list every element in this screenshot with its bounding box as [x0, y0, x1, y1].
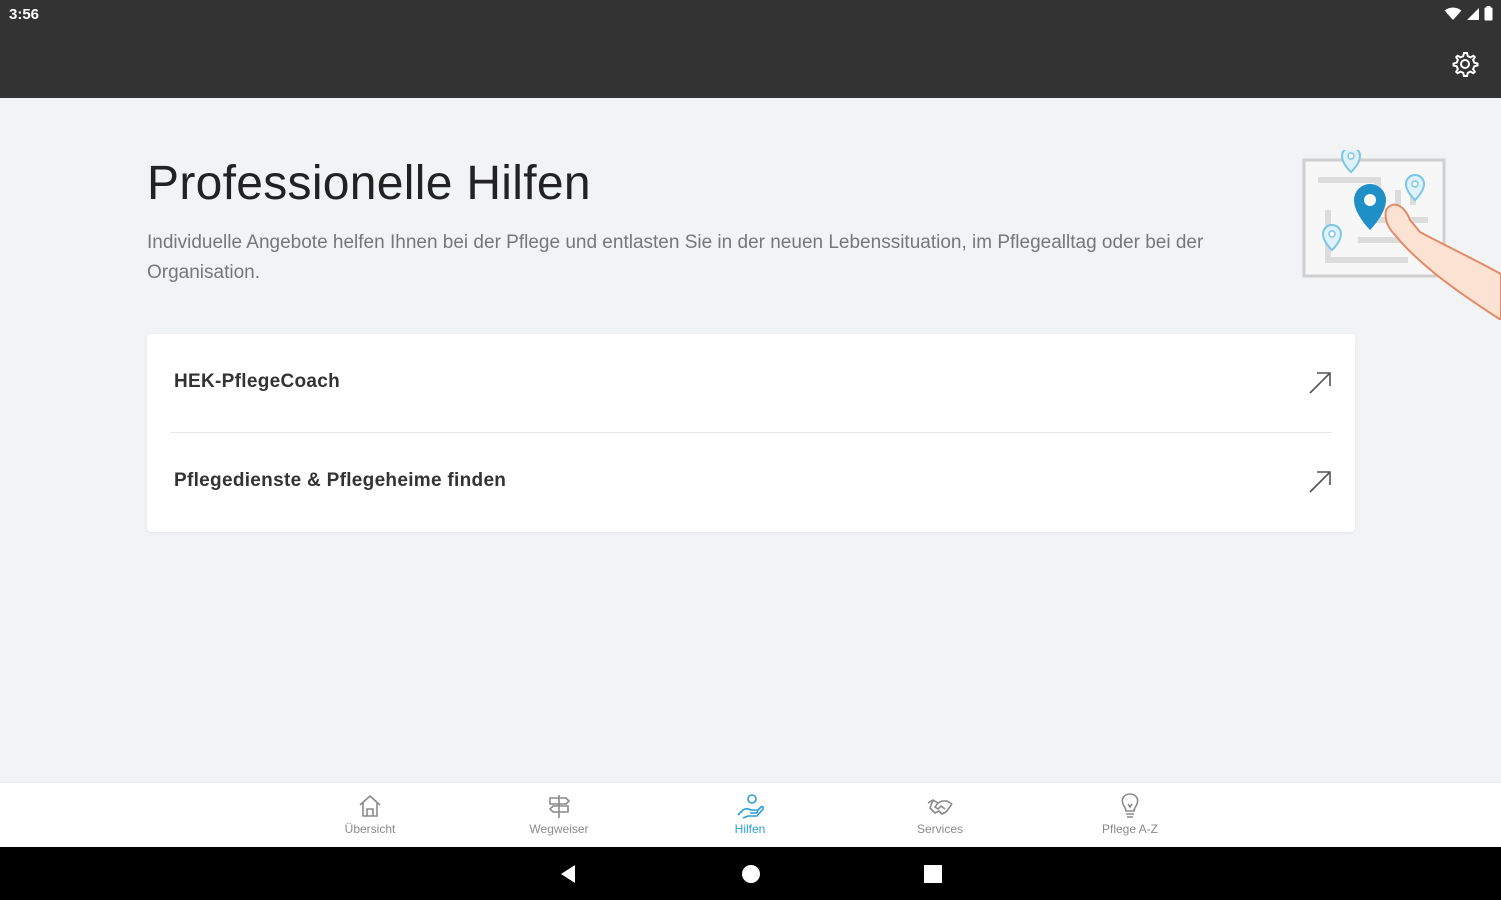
link-label: HEK-PflegeCoach	[174, 371, 341, 392]
battery-icon	[1484, 6, 1493, 21]
signpost-icon	[548, 795, 571, 818]
nav-label: Pflege A-Z	[1101, 822, 1159, 836]
handshake-icon	[927, 799, 953, 815]
link-pflegedienste-pflegeheime[interactable]: Pflegedienste & Pflegeheime finden	[147, 433, 1355, 532]
status-icons	[1444, 6, 1493, 21]
external-arrow-icon	[1309, 471, 1331, 493]
home-circle-icon[interactable]	[738, 861, 764, 887]
nav-label: Services	[916, 822, 963, 836]
app-top-bar: 3:56	[0, 0, 1501, 98]
helping-hand-icon	[737, 794, 765, 819]
external-arrow-icon	[1309, 372, 1331, 394]
nav-label: Hilfen	[734, 822, 766, 836]
back-icon[interactable]	[555, 861, 581, 887]
nav-item-hilfen[interactable]: Hilfen	[690, 791, 810, 841]
link-label: Pflegedienste & Pflegeheime finden	[174, 470, 507, 491]
status-time: 3:56	[9, 6, 40, 23]
nav-item-wegweiser[interactable]: Wegweiser	[499, 791, 619, 841]
signal-icon	[1467, 7, 1479, 20]
main-content: Professionelle Hilfen Individuelle Angeb…	[0, 98, 1501, 782]
gear-icon[interactable]	[1451, 50, 1479, 78]
nav-item-uebersicht[interactable]: Übersicht	[310, 791, 430, 841]
page-description: Individuelle Angebote helfen Ihnen bei d…	[147, 232, 1204, 283]
nav-item-services[interactable]: Services	[880, 791, 1000, 841]
home-icon	[359, 794, 381, 817]
help-links-card: HEK-PflegeCoach Pflegedienste & Pflegehe…	[147, 334, 1355, 532]
link-hek-pflegecoach[interactable]: HEK-PflegeCoach	[147, 334, 1355, 433]
map-location-illustration	[1302, 150, 1501, 320]
nav-item-pflege-a-z[interactable]: Pflege A-Z	[1070, 791, 1190, 841]
lightbulb-icon	[1121, 793, 1139, 818]
recents-icon[interactable]	[920, 861, 946, 887]
system-navigation-bar	[0, 847, 1501, 900]
bottom-navigation: Übersicht Wegweiser Hilfen Services Pfle…	[0, 782, 1501, 847]
page-title: Professionelle Hilfen	[147, 157, 591, 210]
nav-label: Wegweiser	[529, 822, 589, 836]
nav-label: Übersicht	[344, 822, 396, 836]
wifi-icon	[1444, 7, 1462, 20]
